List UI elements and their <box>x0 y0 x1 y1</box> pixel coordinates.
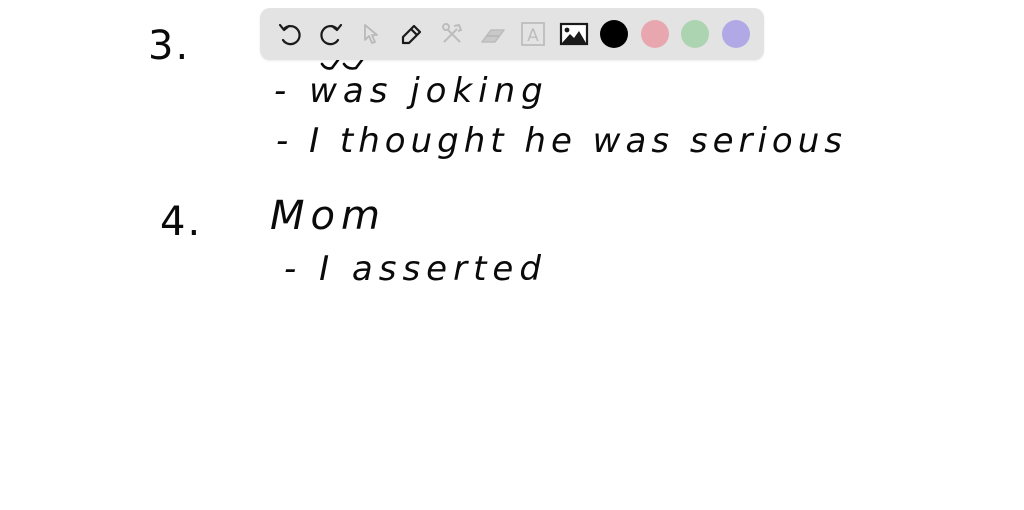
item-4-title: Mom <box>270 193 386 239</box>
eraser-button[interactable] <box>473 14 514 54</box>
color-swatch-black <box>600 20 629 48</box>
color-green-button[interactable] <box>675 14 716 54</box>
redo-button[interactable] <box>311 14 352 54</box>
item-4-number: 4. <box>160 199 203 245</box>
pen-button[interactable] <box>392 14 433 54</box>
image-button[interactable] <box>554 14 595 54</box>
color-purple-button[interactable] <box>716 14 757 54</box>
color-swatch-green <box>681 20 710 48</box>
undo-button[interactable] <box>270 14 311 54</box>
drawing-toolbar: A <box>260 8 764 60</box>
pencil-icon <box>401 24 421 45</box>
item-3-bullet-2: - I thought he was serious <box>276 121 847 161</box>
image-icon <box>559 22 588 46</box>
tools-button[interactable] <box>432 14 473 54</box>
eraser-icon <box>481 29 505 43</box>
color-pink-button[interactable] <box>635 14 676 54</box>
item-4-bullet-1: - I asserted <box>284 249 547 289</box>
hammer-wrench-icon <box>442 23 463 43</box>
item-3-bullet-1: - was joking <box>274 71 549 111</box>
color-swatch-purple <box>721 20 750 48</box>
color-black-button[interactable] <box>594 14 635 54</box>
item-3-number: 3. <box>148 23 191 69</box>
cursor-icon <box>364 24 379 44</box>
hidden-text-descender <box>320 58 364 70</box>
drawing-canvas[interactable]: 3. - was joking - I thought he was serio… <box>0 0 1024 510</box>
redo-icon <box>320 23 342 46</box>
color-swatch-pink <box>640 20 669 48</box>
text-button[interactable]: A <box>513 14 554 54</box>
text-box-icon: A <box>521 22 546 46</box>
svg-text:A: A <box>527 26 539 46</box>
undo-icon <box>279 23 301 46</box>
select-button[interactable] <box>351 14 392 54</box>
